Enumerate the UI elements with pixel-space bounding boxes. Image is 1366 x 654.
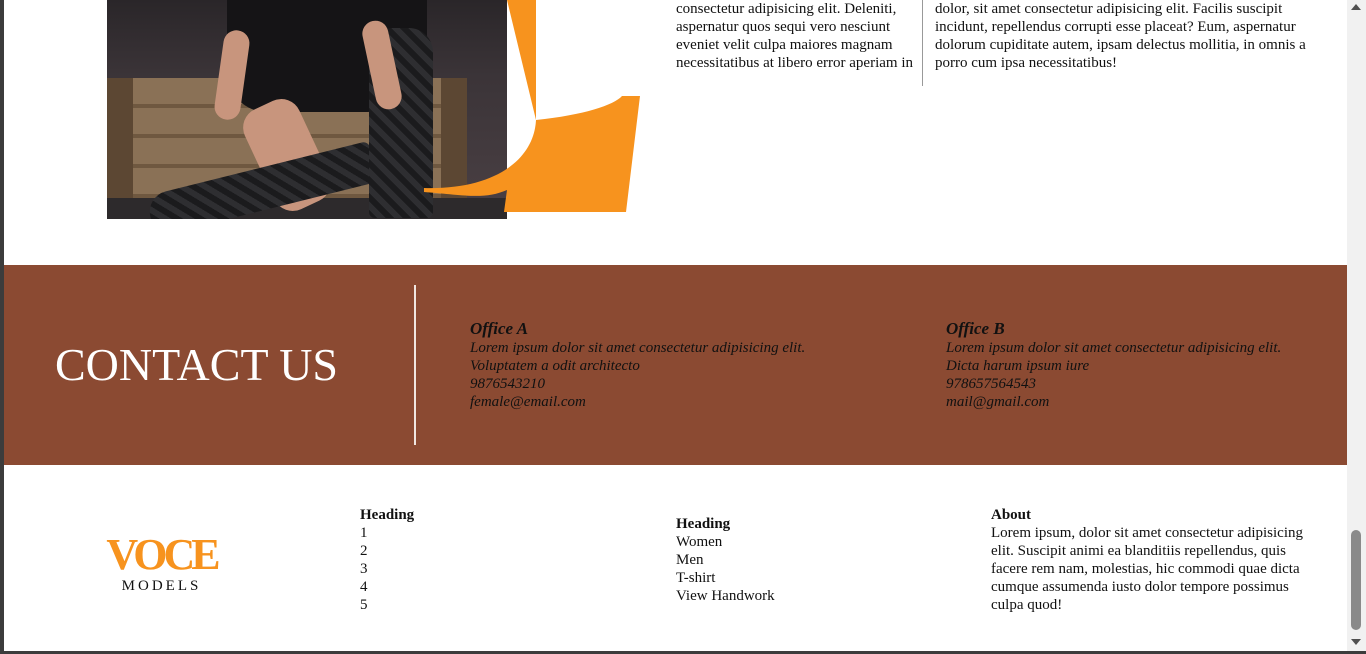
about-heading: About [991, 507, 1032, 523]
office-a-address: Lorem ipsum dolor sit amet consectetur a… [470, 340, 806, 374]
scrollbar-thumb[interactable] [1351, 530, 1361, 630]
vertical-scrollbar[interactable] [1347, 0, 1366, 654]
office-a-heading: Office A [470, 319, 529, 338]
office-a: Office A Lorem ipsum dolor sit amet cons… [470, 319, 850, 411]
footer-link-view-handwork[interactable]: View Handwork [676, 587, 876, 605]
footer-link-4[interactable]: 4 [360, 578, 560, 596]
voce-models-logo[interactable]: VOCE MODELS [104, 530, 220, 595]
office-b: Office B Lorem ipsum dolor sit amet cons… [946, 319, 1291, 411]
contact-title: CONTACT US [55, 339, 339, 390]
footer-link-men[interactable]: Men [676, 551, 876, 569]
office-a-email[interactable]: female@email.com [470, 393, 850, 411]
column-divider [922, 0, 923, 86]
logo-word: VOCE [106, 530, 220, 579]
logo-subtitle: MODELS [121, 578, 202, 594]
footer-column-categories: Heading Women Men T-shirt View Handwork [676, 515, 876, 605]
contact-section: CONTACT US Office A Lorem ipsum dolor si… [4, 265, 1347, 465]
footer-link-5[interactable]: 5 [360, 596, 560, 614]
footer-link-3[interactable]: 3 [360, 560, 560, 578]
footer-about: About Lorem ipsum, dolor sit amet consec… [991, 506, 1311, 614]
office-a-phone: 9876543210 [470, 376, 545, 392]
orange-letter-shape [424, 0, 640, 212]
footer-col2-heading: Heading [676, 516, 731, 532]
footer-link-tshirt[interactable]: T-shirt [676, 569, 876, 587]
about-text: Lorem ipsum, dolor sit amet consectetur … [991, 525, 1304, 613]
text-column-2: dolor, sit amet consectetur adipisicing … [935, 1, 1306, 71]
scroll-down-arrow-icon[interactable] [1351, 639, 1361, 645]
scroll-up-arrow-icon[interactable] [1351, 4, 1361, 10]
office-b-email[interactable]: mail@gmail.com [946, 393, 1291, 411]
footer-link-2[interactable]: 2 [360, 542, 560, 560]
office-b-phone: 978657564543 [946, 376, 1036, 392]
text-column-1: consectetur adipisicing elit. Deleniti, … [676, 1, 913, 71]
office-b-address: Lorem ipsum dolor sit amet consectetur a… [946, 340, 1282, 374]
office-b-heading: Office B [946, 319, 1005, 338]
footer-link-women[interactable]: Women [676, 533, 876, 551]
footer-link-1[interactable]: 1 [360, 524, 560, 542]
contact-divider [414, 285, 416, 445]
footer-col1-heading: Heading [360, 507, 415, 523]
page-viewport: consectetur adipisicing elit. Deleniti, … [4, 0, 1347, 651]
footer-column-numbers: Heading 1 2 3 4 5 [360, 506, 560, 614]
